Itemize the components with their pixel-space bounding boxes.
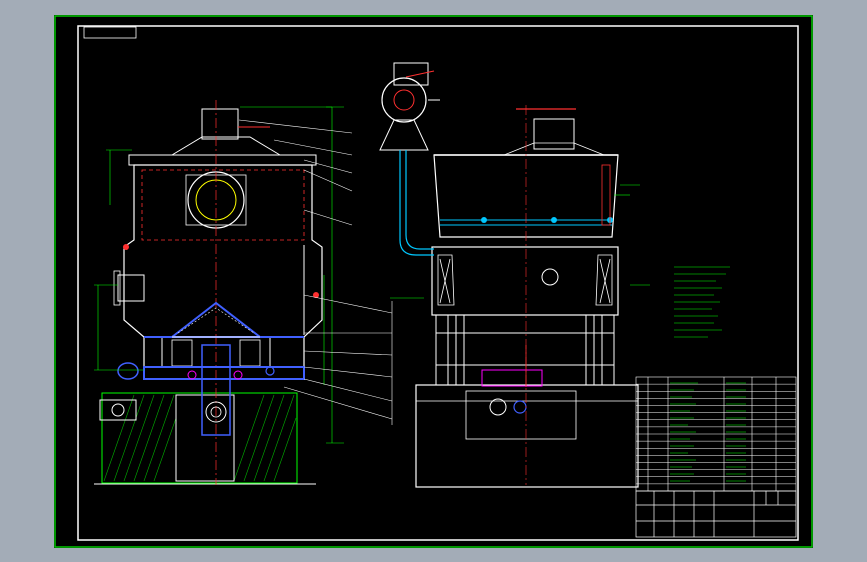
top-hatch [201, 108, 239, 140]
base-pedestal [415, 384, 639, 488]
side-nozzle [117, 274, 145, 302]
bottom-drive [481, 369, 543, 387]
title-block [635, 490, 797, 538]
technical-notes [674, 266, 730, 338]
cad-viewport[interactable] [0, 0, 867, 562]
mill-body [431, 246, 619, 316]
blower-fan [379, 62, 440, 151]
parts-table [635, 376, 797, 492]
drive-motor [117, 362, 139, 380]
elevation-view [379, 62, 650, 488]
top-left-box [83, 26, 137, 39]
drawing-sheet [54, 15, 813, 548]
air-duct [399, 150, 434, 256]
section-view [94, 100, 393, 485]
grinding-ring [143, 366, 305, 380]
drawing-canvas [54, 15, 813, 548]
outer-border [54, 15, 813, 548]
top-outlet [533, 118, 575, 150]
